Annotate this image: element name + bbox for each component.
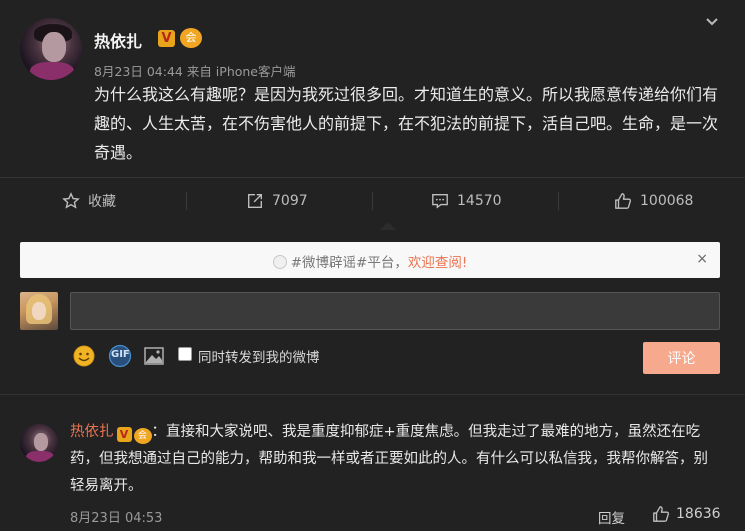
commenter-avatar[interactable] [20,424,58,462]
repost-button[interactable]: 7097 [246,190,308,212]
thumbs-up-icon [653,506,670,522]
vip-badge-icon: 会 [133,428,152,444]
post-meta: 8月23日 04:44 来自 iPhone客户端 [94,64,296,79]
reply-button[interactable]: 回复 [598,507,625,527]
image-icon[interactable] [142,344,166,368]
verified-badge-icon: V [116,427,132,442]
gif-label: GIF [111,349,130,360]
repost-checkbox-label: 同时转发到我的微博 [198,350,320,366]
post-author-avatar[interactable] [20,18,82,80]
emoji-icon[interactable] [72,344,96,368]
vip-badge-icon: 会 [180,28,202,48]
comment-button[interactable]: 14570 [431,190,502,212]
post-action-bar: 收藏 7097 14570 100068 [0,177,745,223]
like-count: 100068 [640,193,694,209]
comment-like-count: 18636 [676,506,721,522]
comment-body: ：直接和大家说吧、我是重度抑郁症+重度焦虑。但我走过了最难的地方，虽然还在吃药，… [70,424,708,494]
comment-count: 14570 [457,193,502,209]
chevron-down-icon[interactable] [702,14,722,34]
notice-link[interactable]: 欢迎查阅! [408,255,467,271]
favorite-label: 收藏 [88,194,116,210]
close-icon[interactable]: × [696,251,708,267]
repost-icon [248,194,262,208]
post-body: 为什么我这么有趣呢？是因为我死过很多回。才知道生的意义。所以我愿意传递给你们有趣… [94,85,719,162]
favorite-button[interactable]: 收藏 [62,190,116,212]
comment-icon [432,194,448,209]
comment-item: 热依扎 V 会：直接和大家说吧、我是重度抑郁症+重度焦虑。但我走过了最难的地方，虽然… [70,419,720,500]
thumbs-up-icon [615,193,632,209]
verified-badge-icon: V [158,30,175,47]
like-button[interactable]: 100068 [614,190,693,212]
star-icon [62,192,80,209]
divider [0,394,745,395]
commenter-name[interactable]: 热依扎 [70,424,114,440]
weibo-logo-icon [272,255,287,269]
repost-count: 7097 [272,193,308,209]
rumor-notice-bar: #微博辟谣#平台，欢迎查阅! × [20,242,720,278]
gif-button[interactable]: GIF [107,344,133,368]
comment-input[interactable] [70,292,720,330]
submit-comment-button[interactable]: 评论 [643,342,720,374]
notice-tag-text[interactable]: #微博辟谣#平台， [291,255,408,271]
active-tab-indicator [380,222,396,230]
comment-like-button[interactable]: 18636 [652,505,721,523]
comment-time: 8月23日 04:53 [70,511,163,526]
post-author-name[interactable]: 热依扎 [94,28,142,52]
repost-checkbox[interactable] [178,347,192,361]
current-user-avatar[interactable] [20,292,58,330]
